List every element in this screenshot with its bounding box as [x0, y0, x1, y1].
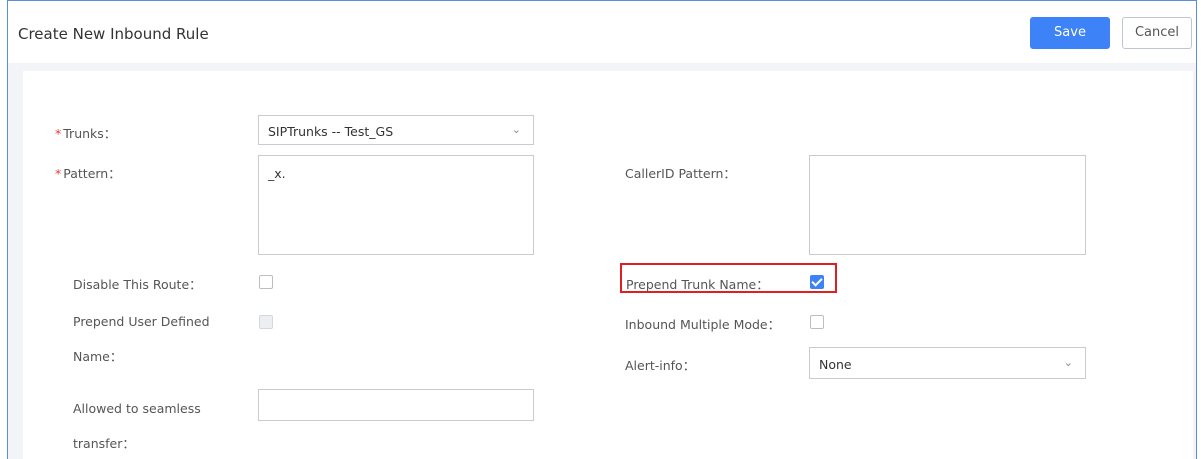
callerid-pattern-label: CallerID Pattern：	[625, 166, 736, 181]
cancel-button[interactable]: Cancel	[1122, 17, 1192, 49]
seamless-transfer-input[interactable]	[258, 389, 534, 421]
seamless-transfer-label-line2: transfer：	[73, 436, 135, 451]
prepend-user-defined-label-line2: Name：	[73, 349, 123, 364]
prepend-trunk-name-checkbox[interactable]	[810, 275, 824, 289]
pattern-textarea[interactable]: _x.	[258, 155, 534, 255]
trunks-label: * Trunks：	[55, 126, 117, 141]
page-title: Create New Inbound Rule	[18, 25, 209, 43]
pattern-value: _x.	[268, 166, 286, 181]
alert-info-select[interactable]: None ⌄	[809, 347, 1086, 379]
disable-route-checkbox[interactable]	[259, 275, 273, 289]
inbound-multiple-mode-checkbox[interactable]	[810, 315, 824, 329]
prepend-user-defined-checkbox[interactable]	[259, 315, 273, 329]
required-mark: *	[55, 126, 62, 141]
page-header: Create New Inbound Rule Save Cancel	[8, 1, 1196, 64]
alert-info-value: None	[819, 357, 852, 372]
save-button[interactable]: Save	[1030, 17, 1110, 49]
inbound-multiple-mode-label: Inbound Multiple Mode：	[625, 317, 781, 332]
chevron-down-icon: ⌄	[1063, 356, 1073, 369]
pattern-label: * Pattern：	[55, 166, 121, 181]
alert-info-label: Alert-info：	[625, 358, 696, 373]
content-area	[8, 63, 1196, 459]
prepend-trunk-name-label: Prepend Trunk Name：	[626, 277, 769, 292]
chevron-down-icon: ⌄	[511, 123, 521, 136]
seamless-transfer-label-line1: Allowed to seamless	[73, 401, 201, 416]
prepend-user-defined-label-line1: Prepend User Defined	[73, 314, 210, 329]
required-mark: *	[55, 166, 62, 181]
checkmark-icon	[811, 275, 823, 287]
callerid-pattern-textarea[interactable]	[809, 155, 1086, 255]
disable-route-label: Disable This Route：	[73, 277, 202, 292]
trunks-select[interactable]: SIPTrunks -- Test_GS ⌄	[258, 115, 534, 145]
trunks-value: SIPTrunks -- Test_GS	[268, 124, 394, 139]
